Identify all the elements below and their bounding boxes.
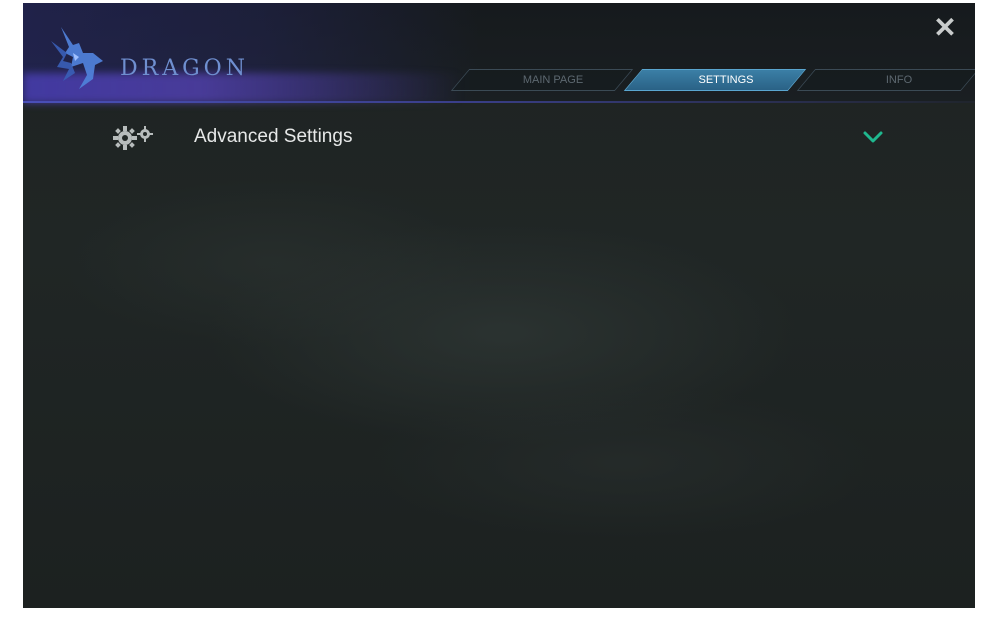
gears-icon <box>113 126 153 150</box>
app-window: DRAGON ✕ MAIN PAGE SETTINGS INFO Advance… <box>23 3 975 608</box>
brand-name: DRAGON <box>120 56 249 81</box>
close-button[interactable]: ✕ <box>932 14 958 42</box>
tab-main-page[interactable]: MAIN PAGE <box>472 69 634 91</box>
advanced-settings-section-header[interactable]: Advanced Settings <box>23 115 975 161</box>
header-banner: DRAGON ✕ MAIN PAGE SETTINGS INFO <box>23 3 975 103</box>
chevron-down-icon[interactable] <box>861 127 885 147</box>
section-title: Advanced Settings <box>194 126 353 147</box>
header-divider <box>23 101 975 103</box>
tab-info[interactable]: INFO <box>818 69 975 91</box>
dragon-logo-icon <box>51 27 103 89</box>
tab-settings[interactable]: SETTINGS <box>645 69 807 91</box>
tab-bar: MAIN PAGE SETTINGS INFO <box>450 69 975 91</box>
